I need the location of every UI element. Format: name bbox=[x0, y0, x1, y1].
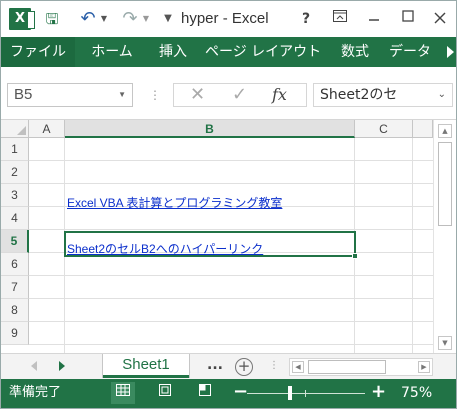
horizontal-scrollbar[interactable]: ◀ ▶ bbox=[289, 358, 433, 376]
ribbon-tabs: ファイル ホーム 挿入 ページ レイアウト 数式 データ bbox=[1, 37, 456, 67]
scrollbar-thumb[interactable] bbox=[308, 360, 386, 374]
resize-handle-icon[interactable]: ⋮ bbox=[149, 87, 161, 103]
excel-app-icon[interactable]: X bbox=[9, 8, 35, 30]
scroll-right-icon[interactable]: ▶ bbox=[418, 361, 430, 373]
tab-page-layout[interactable]: ページ レイアウト bbox=[205, 37, 321, 67]
status-bar: 準備完了 − + 75% bbox=[1, 379, 456, 408]
name-box[interactable]: B5 ▼ bbox=[7, 83, 133, 107]
tab-split-handle-icon[interactable]: ⋮ bbox=[269, 360, 279, 371]
column-header-d[interactable] bbox=[413, 120, 433, 138]
status-text: 準備完了 bbox=[9, 385, 62, 400]
insert-function-icon[interactable]: fx bbox=[272, 84, 287, 106]
expand-formula-bar-icon[interactable]: ⌄ bbox=[437, 84, 446, 106]
gridline bbox=[29, 275, 433, 276]
tab-data[interactable]: データ bbox=[389, 37, 445, 67]
formula-buttons: ✕ ✓ fx bbox=[173, 83, 307, 107]
zoom-slider[interactable] bbox=[247, 393, 365, 394]
column-header-a[interactable]: A bbox=[29, 120, 65, 138]
row-header-6[interactable]: 6 bbox=[1, 253, 29, 276]
page-layout-view-icon[interactable] bbox=[153, 382, 177, 404]
scroll-left-icon[interactable]: ◀ bbox=[292, 361, 304, 373]
enter-check-icon[interactable]: ✓ bbox=[232, 84, 247, 106]
minimize-icon[interactable] bbox=[363, 9, 385, 29]
select-all-button[interactable] bbox=[1, 120, 29, 138]
ribbon-scroll-right-icon[interactable] bbox=[447, 46, 454, 58]
title-bar: X 🖫 ↶ ▼ ↷ ▼ ▼ hyper - Excel ? bbox=[1, 1, 456, 37]
undo-icon[interactable]: ↶ bbox=[77, 7, 99, 31]
excel-window: X 🖫 ↶ ▼ ↷ ▼ ▼ hyper - Excel ? ファイル ホーム 挿… bbox=[0, 0, 457, 409]
scroll-down-icon[interactable]: ▼ bbox=[438, 336, 452, 350]
help-button[interactable]: ? bbox=[295, 9, 317, 29]
chevron-down-icon[interactable]: ▼ bbox=[118, 84, 126, 106]
zoom-in-button[interactable]: + bbox=[371, 382, 386, 402]
row-header-2[interactable]: 2 bbox=[1, 161, 29, 184]
next-sheet-icon[interactable] bbox=[59, 361, 65, 371]
tab-insert[interactable]: 挿入 bbox=[151, 37, 195, 67]
new-sheet-icon[interactable]: + bbox=[235, 358, 253, 376]
gridline bbox=[29, 344, 433, 345]
zoom-slider-thumb[interactable] bbox=[288, 386, 292, 400]
previous-sheet-icon[interactable] bbox=[31, 361, 37, 371]
ribbon-display-options-icon[interactable] bbox=[329, 9, 351, 29]
tab-file[interactable]: ファイル bbox=[1, 37, 75, 67]
cancel-icon[interactable]: ✕ bbox=[190, 84, 205, 106]
sheet-tab-sheet1[interactable]: Sheet1 bbox=[103, 354, 189, 378]
zoom-100-marker bbox=[305, 390, 306, 397]
gridline bbox=[29, 321, 433, 322]
scrollbar-thumb[interactable] bbox=[438, 142, 452, 226]
tab-home[interactable]: ホーム bbox=[83, 37, 141, 67]
row-header-8[interactable]: 8 bbox=[1, 299, 29, 322]
save-icon[interactable]: 🖫 bbox=[41, 7, 63, 31]
close-icon[interactable] bbox=[429, 9, 451, 29]
gridline bbox=[29, 160, 433, 161]
fill-handle[interactable] bbox=[352, 253, 358, 259]
redo-icon[interactable]: ↷ bbox=[119, 7, 141, 31]
redo-dropdown-icon[interactable]: ▼ bbox=[141, 7, 151, 31]
row-header-3[interactable]: 3 bbox=[1, 184, 29, 207]
formula-text: Sheet2のセ bbox=[320, 87, 398, 103]
row-header-4[interactable]: 4 bbox=[1, 207, 29, 230]
window-title: hyper - Excel bbox=[181, 10, 269, 27]
formula-bar: B5 ▼ ⋮ ✕ ✓ fx Sheet2のセ ⌄ bbox=[1, 67, 456, 119]
more-sheets-button[interactable]: ... bbox=[207, 354, 223, 376]
gridline bbox=[29, 183, 433, 184]
row-header-5[interactable]: 5 bbox=[1, 230, 29, 253]
maximize-icon[interactable] bbox=[397, 9, 419, 29]
page-break-view-icon[interactable] bbox=[193, 382, 217, 404]
column-header-b[interactable]: B bbox=[65, 120, 355, 138]
gridline bbox=[412, 138, 413, 353]
zoom-level[interactable]: 75% bbox=[401, 385, 432, 401]
gridline bbox=[29, 298, 433, 299]
zoom-out-button[interactable]: − bbox=[233, 382, 248, 402]
sheet-tabs-bar: Sheet1 ... + ⋮ ◀ ▶ bbox=[1, 353, 456, 379]
row-header-1[interactable]: 1 bbox=[1, 138, 29, 161]
tab-formulas[interactable]: 数式 bbox=[331, 37, 379, 67]
customize-qat-icon[interactable]: ▼ bbox=[163, 7, 173, 31]
vertical-scrollbar[interactable]: ▲ ▼ bbox=[433, 120, 456, 353]
hyperlink-cell-b3[interactable]: Excel VBA 表計算とプログラミング教室 bbox=[67, 195, 282, 211]
undo-dropdown-icon[interactable]: ▼ bbox=[99, 7, 109, 31]
hyperlink-cell-b5[interactable]: Sheet2のセルB2へのハイパーリンク bbox=[67, 241, 263, 257]
column-header-c[interactable]: C bbox=[355, 120, 413, 138]
worksheet-grid[interactable]: A B C 1 2 3 4 5 6 7 8 9 Excel VBA 表計算とプロ… bbox=[1, 119, 456, 353]
row-header-9[interactable]: 9 bbox=[1, 322, 29, 345]
normal-view-icon[interactable] bbox=[111, 382, 135, 404]
row-header-7[interactable]: 7 bbox=[1, 276, 29, 299]
scroll-up-icon[interactable]: ▲ bbox=[438, 124, 452, 138]
formula-input[interactable]: Sheet2のセ ⌄ bbox=[313, 83, 453, 107]
gridline bbox=[29, 229, 433, 230]
name-box-value: B5 bbox=[14, 86, 33, 103]
